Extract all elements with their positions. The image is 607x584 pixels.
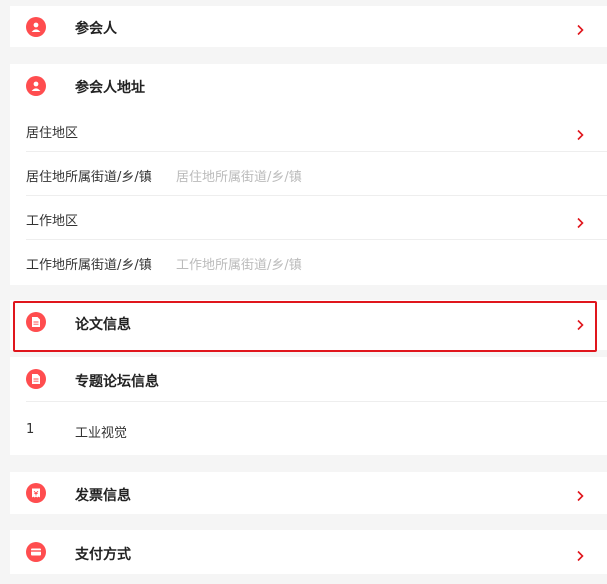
chevron-right-icon[interactable] bbox=[573, 128, 587, 142]
work-street-field[interactable]: 工作地所属街道/乡/镇 工作地所属街道/乡/镇 bbox=[10, 240, 607, 284]
chevron-right-icon[interactable] bbox=[573, 23, 587, 37]
residence-region-field[interactable]: 居住地区 bbox=[10, 108, 607, 152]
payment-row[interactable]: 支付方式 bbox=[10, 530, 607, 574]
ticket-icon bbox=[26, 483, 46, 503]
residence-street-input[interactable]: 居住地所属街道/乡/镇 bbox=[176, 166, 302, 185]
attendee-address-card: 参会人地址 居住地区 居住地所属街道/乡/镇 居住地所属街道/乡/镇 工作地区 … bbox=[10, 64, 607, 285]
work-region-field[interactable]: 工作地区 bbox=[10, 196, 607, 240]
attendee-address-title: 参会人地址 bbox=[75, 80, 145, 96]
card-icon bbox=[26, 542, 46, 562]
document-icon bbox=[26, 369, 46, 389]
invoice-row[interactable]: 发票信息 bbox=[10, 472, 607, 514]
forum-card: 专题论坛信息 1 工业视觉 bbox=[10, 357, 607, 455]
registration-form: 参会人 参会人地址 居住地区 居住地所属街道/乡/镇 居住地所属街道/乡/镇 工… bbox=[0, 0, 607, 584]
payment-title: 支付方式 bbox=[75, 547, 131, 563]
work-street-input[interactable]: 工作地所属街道/乡/镇 bbox=[176, 254, 302, 273]
invoice-card: 发票信息 bbox=[10, 472, 607, 514]
person-icon bbox=[26, 76, 46, 96]
attendee-address-header: 参会人地址 bbox=[10, 64, 607, 108]
person-icon bbox=[26, 17, 46, 37]
residence-street-field[interactable]: 居住地所属街道/乡/镇 居住地所属街道/乡/镇 bbox=[10, 152, 607, 196]
forum-item-index: 1 bbox=[26, 422, 35, 437]
invoice-title: 发票信息 bbox=[75, 488, 131, 504]
attendee-card: 参会人 bbox=[10, 6, 607, 47]
chevron-right-icon[interactable] bbox=[573, 549, 587, 563]
forum-title: 专题论坛信息 bbox=[75, 374, 159, 390]
forum-item-text: 工业视觉 bbox=[75, 426, 128, 441]
attendee-title: 参会人 bbox=[75, 21, 117, 37]
payment-card: 支付方式 bbox=[10, 530, 607, 574]
field-label: 工作地区 bbox=[26, 214, 79, 229]
field-label: 居住地区 bbox=[26, 126, 79, 141]
attendee-row[interactable]: 参会人 bbox=[10, 6, 607, 47]
chevron-right-icon[interactable] bbox=[573, 489, 587, 503]
field-label: 工作地所属街道/乡/镇 bbox=[26, 258, 152, 273]
chevron-right-icon[interactable] bbox=[573, 216, 587, 230]
field-label: 居住地所属街道/乡/镇 bbox=[26, 170, 152, 185]
list-item: 1 工业视觉 bbox=[10, 402, 607, 455]
selection-highlight bbox=[13, 301, 597, 352]
forum-header: 专题论坛信息 bbox=[10, 357, 607, 402]
